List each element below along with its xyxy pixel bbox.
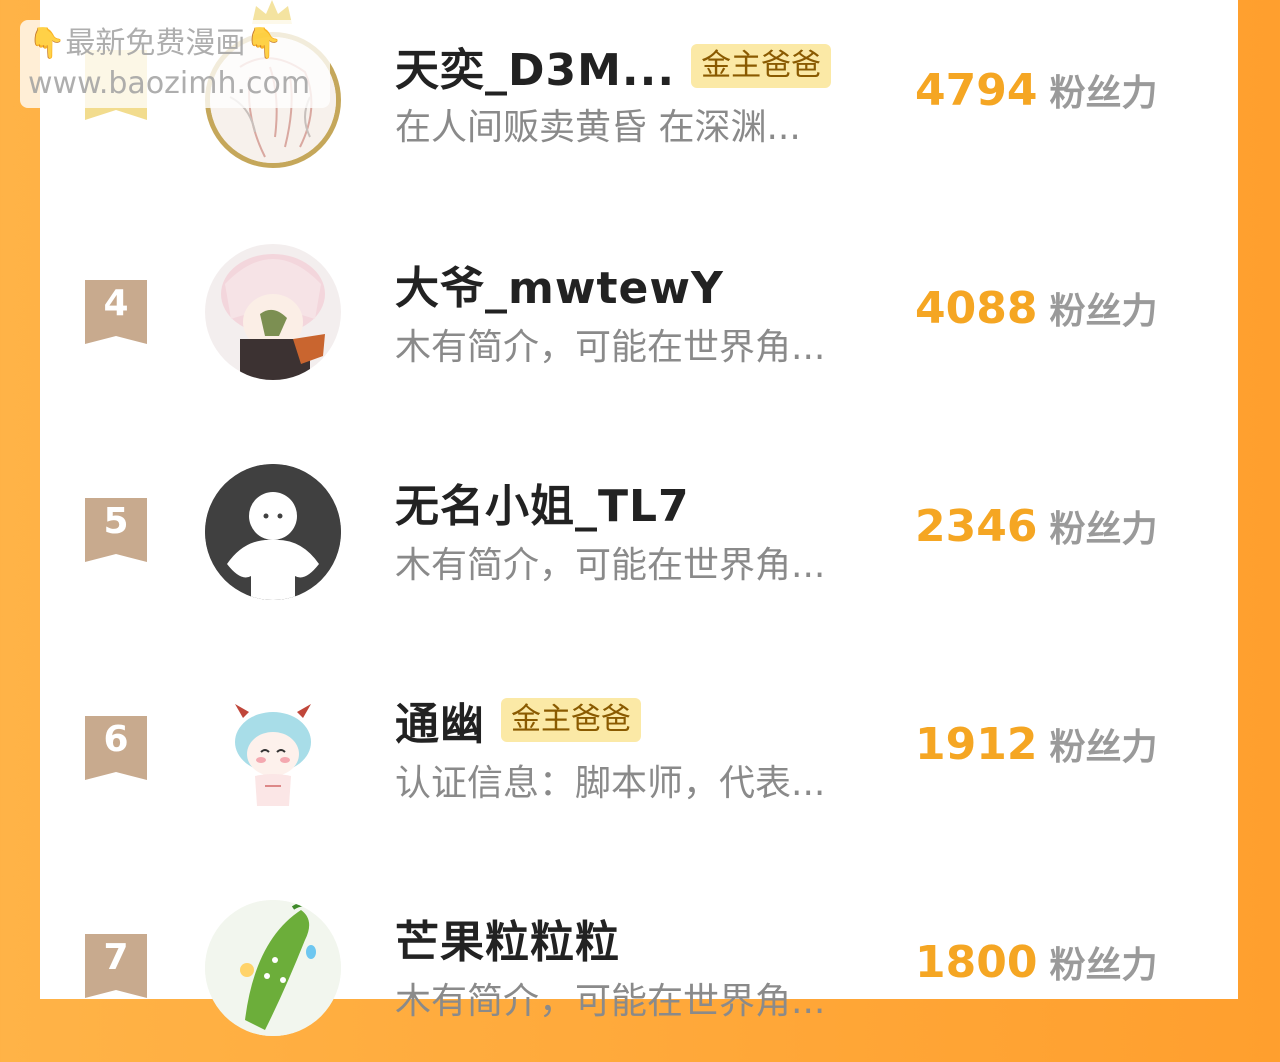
default-avatar-icon[interactable] [205, 464, 341, 600]
rank-number: 6 [103, 719, 129, 760]
user-bio: 木有简介，可能在世界角... [395, 981, 826, 1022]
fans-label: 粉丝力 [1049, 945, 1158, 986]
rank-number: 5 [103, 501, 129, 542]
ranking-row[interactable]: 5 无名小姐_TL7 木有简介，可能在世界角... 2346 粉丝力 [40, 446, 1238, 626]
rank-badge: 5 [85, 498, 147, 562]
vip-tag: 金主爸爸 [691, 44, 832, 88]
user-name[interactable]: 大爷_mwtewY [395, 252, 724, 316]
user-name[interactable]: 芒果粒粒粒 [395, 906, 620, 970]
vip-tag: 金主爸爸 [501, 698, 641, 742]
fans-number: 4794 [915, 65, 1038, 116]
rank-badge: 4 [85, 280, 147, 344]
fans-number: 1800 [915, 937, 1038, 988]
rank-badge: 6 [85, 716, 147, 780]
rank-number: 4 [103, 283, 129, 324]
fans-power: 4088 粉丝力 [915, 282, 1157, 334]
fans-number: 4088 [915, 283, 1038, 334]
ranking-row[interactable]: 4 大爷_mwtewY 木有简介，可能在世界角... 4088 粉丝力 [40, 228, 1238, 408]
fans-power: 4794 粉丝力 [915, 64, 1157, 116]
ranking-row[interactable]: 7 芒果粒粒粒 木有简介，可能在世界角... 1800 粉丝力 [40, 882, 1238, 1062]
fans-label: 粉丝力 [1049, 73, 1158, 114]
fans-power: 1912 粉丝力 [915, 718, 1157, 770]
user-name[interactable]: 通幽 [395, 688, 485, 752]
fans-power: 2346 粉丝力 [915, 500, 1157, 552]
ranking-row[interactable]: 6 通幽 金主爸爸 认证信息：脚本师，代表... 1912 粉丝力 [40, 664, 1238, 844]
site-watermark: 👇最新免费漫画👇 www.baozimh.com [20, 20, 330, 108]
user-name[interactable]: 天奕_D3M... [395, 34, 675, 98]
fans-label: 粉丝力 [1049, 727, 1158, 768]
fans-label: 粉丝力 [1049, 291, 1158, 332]
rank-badge: 7 [85, 934, 147, 998]
user-name[interactable]: 无名小姐_TL7 [395, 470, 690, 534]
rank-number: 7 [103, 937, 129, 978]
watermark-line-1: 👇最新免费漫画👇 [28, 26, 283, 61]
fans-power: 1800 粉丝力 [915, 936, 1157, 988]
name-line: 无名小姐_TL7 [395, 472, 690, 532]
fans-number: 1912 [915, 719, 1038, 770]
user-bio: 认证信息：脚本师，代表... [395, 763, 826, 804]
user-bio: 在人间贩卖黄昏 在深渊... [395, 107, 801, 148]
fans-label: 粉丝力 [1049, 509, 1158, 550]
avatar[interactable] [205, 244, 341, 380]
user-bio: 木有简介，可能在世界角... [395, 327, 826, 368]
user-bio: 木有简介，可能在世界角... [395, 545, 826, 586]
name-line: 芒果粒粒粒 [395, 908, 620, 968]
watermark-line-2: www.baozimh.com [28, 66, 311, 101]
name-line: 天奕_D3M... 金主爸爸 [395, 34, 832, 98]
avatar[interactable] [205, 682, 341, 818]
name-line: 通幽 金主爸爸 [395, 690, 641, 750]
avatar[interactable] [205, 900, 341, 1036]
ranking-panel: 3 天奕_D3M... 金主爸爸 在人间贩卖黄昏 在深渊... 4794 粉丝力 [40, 0, 1238, 1036]
name-line: 大爷_mwtewY [395, 254, 724, 314]
fans-number: 2346 [915, 501, 1038, 552]
